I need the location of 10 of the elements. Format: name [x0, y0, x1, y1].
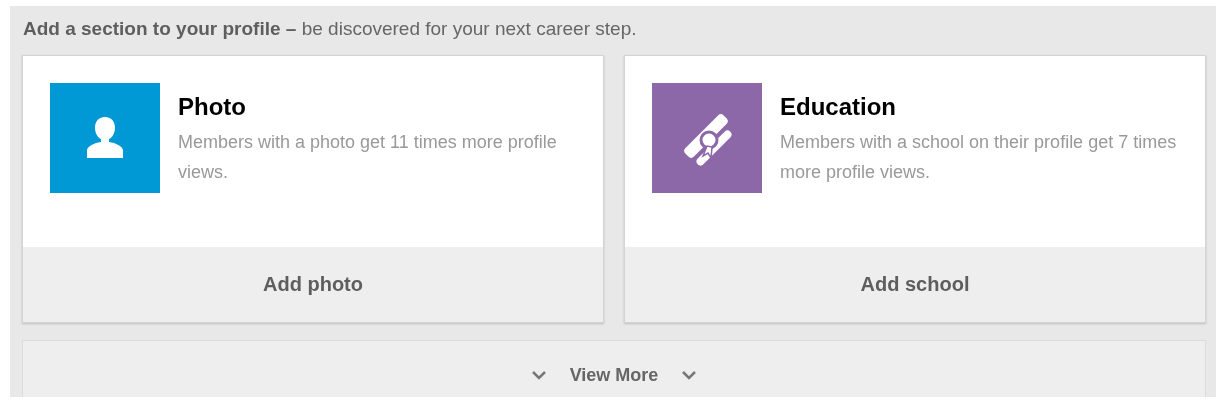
add-button[interactable]: Add photo: [23, 247, 603, 322]
chevron-down-icon: [531, 371, 546, 380]
chevron-down-icon: [682, 371, 697, 380]
card-title: Photo: [178, 93, 247, 121]
card-description: Members with a school on their profile get 7 times more profile views.: [780, 131, 1178, 184]
view-more-button[interactable]: View More: [22, 340, 1206, 397]
add-button[interactable]: Add school: [625, 247, 1205, 322]
card-title: Education: [780, 93, 897, 121]
section-heading: Add a section to your profile – be discovered for your next career step.: [23, 18, 638, 40]
card-description: Members with a photo get 11 times more profile views.: [178, 131, 558, 184]
